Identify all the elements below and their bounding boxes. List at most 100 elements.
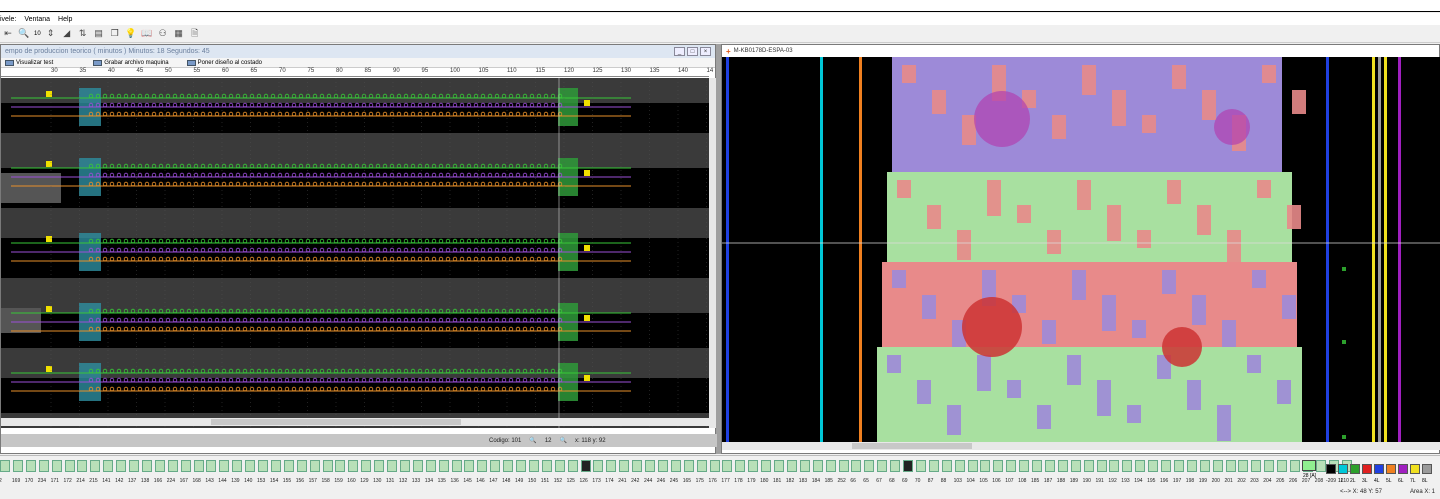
- menu-item-help[interactable]: Help: [58, 16, 72, 23]
- menu-item-niveles[interactable]: ivele:: [0, 16, 16, 23]
- zoom-in-icon[interactable]: 🔍: [560, 437, 567, 444]
- code-item[interactable]: 135: [438, 458, 449, 488]
- code-item[interactable]: 198: [1186, 458, 1197, 488]
- code-item[interactable]: 174: [605, 458, 617, 488]
- grid-icon[interactable]: ▦: [173, 28, 185, 40]
- code-item[interactable]: 151: [541, 458, 552, 488]
- code-item[interactable]: 138: [141, 458, 152, 488]
- code-item[interactable]: 241: [618, 458, 630, 488]
- code-item[interactable]: 172: [64, 458, 75, 488]
- code-item[interactable]: 154: [270, 458, 281, 488]
- code-item[interactable]: 106: [992, 458, 1004, 488]
- print-icon[interactable]: ▤: [93, 28, 105, 40]
- code-item[interactable]: 132: [399, 458, 410, 488]
- palette-color[interactable]: [1338, 464, 1348, 474]
- design-horizontal-scrollbar[interactable]: [722, 442, 1440, 450]
- code-item[interactable]: 159: [334, 458, 346, 488]
- palette-color[interactable]: [1422, 464, 1432, 474]
- code-item[interactable]: 148: [502, 458, 514, 488]
- code-item[interactable]: 205: [1276, 458, 1288, 488]
- code-item[interactable]: 181: [773, 458, 784, 488]
- code-item[interactable]: 168: [193, 458, 204, 488]
- code-item[interactable]: 155: [283, 458, 294, 488]
- code-item[interactable]: 107: [1005, 458, 1017, 488]
- lightbulb-icon[interactable]: 💡: [125, 28, 137, 40]
- scroll-thumb[interactable]: [211, 419, 461, 425]
- palette-color[interactable]: [1410, 464, 1420, 474]
- code-item[interactable]: 66: [850, 458, 862, 488]
- code-item[interactable]: 171: [51, 458, 62, 488]
- minimize-button[interactable]: _: [674, 47, 685, 56]
- code-item[interactable]: 88: [941, 458, 952, 488]
- code-item[interactable]: 104: [967, 458, 978, 488]
- code-item[interactable]: 242: [631, 458, 643, 488]
- code-item[interactable]: 196: [1160, 458, 1171, 488]
- visualizar-test-button[interactable]: Visualizar test: [5, 59, 53, 66]
- code-item[interactable]: 108: [1018, 458, 1030, 488]
- code-item[interactable]: 169: [12, 458, 23, 488]
- code-item[interactable]: 197: [1173, 458, 1184, 488]
- code-item[interactable]: 175: [696, 458, 707, 488]
- code-item[interactable]: 189: [1070, 458, 1081, 488]
- code-item[interactable]: 193: [1121, 458, 1133, 488]
- code-item[interactable]: 176: [709, 458, 720, 488]
- code-item[interactable]: 65: [863, 458, 875, 488]
- code-item[interactable]: 67: [876, 458, 888, 488]
- code-item[interactable]: 137: [128, 458, 139, 488]
- code-item[interactable]: 143: [205, 458, 217, 488]
- code-item[interactable]: 206: [1289, 458, 1300, 488]
- code-item[interactable]: 131: [386, 458, 397, 488]
- design-canvas[interactable]: [722, 57, 1440, 442]
- code-item[interactable]: 188: [1057, 458, 1068, 488]
- code-item[interactable]: 185: [1031, 458, 1042, 488]
- poner-diseno-button[interactable]: Poner diseño al costado: [186, 59, 262, 66]
- code-item[interactable]: 141: [102, 458, 114, 488]
- code-item[interactable]: 191: [1096, 458, 1107, 488]
- code-item[interactable]: 103: [954, 458, 965, 488]
- code-item[interactable]: 203: [1250, 458, 1262, 488]
- code-item[interactable]: 201: [1225, 458, 1236, 488]
- code-item[interactable]: 202: [1237, 458, 1249, 488]
- code-item[interactable]: 200: [1212, 458, 1223, 488]
- code-item[interactable]: 187: [1044, 458, 1055, 488]
- code-item[interactable]: 166: [154, 458, 165, 488]
- code-item[interactable]: 152: [554, 458, 565, 488]
- code-item[interactable]: 157: [309, 458, 320, 488]
- code-item[interactable]: 185: [825, 458, 836, 488]
- code-item[interactable]: 167: [180, 458, 191, 488]
- close-button[interactable]: ×: [700, 47, 711, 56]
- code-item[interactable]: 142: [115, 458, 127, 488]
- palette-color[interactable]: [1350, 464, 1360, 474]
- code-item[interactable]: 130: [373, 458, 385, 488]
- menu-item-ventana[interactable]: Ventana: [24, 16, 50, 23]
- code-item[interactable]: 156: [296, 458, 307, 488]
- document-icon[interactable]: 🗎: [189, 28, 201, 40]
- grabar-button[interactable]: Grabar archivo maquina: [93, 59, 169, 66]
- code-item[interactable]: 182: [786, 458, 797, 488]
- gradient-icon[interactable]: ◢: [61, 28, 73, 40]
- code-item[interactable]: 190: [1083, 458, 1094, 488]
- book-icon[interactable]: 📖: [141, 28, 153, 40]
- code-item[interactable]: 126: [580, 458, 591, 488]
- code-item[interactable]: 244: [644, 458, 655, 488]
- code-item[interactable]: 144: [218, 458, 230, 488]
- design-scroll-thumb[interactable]: [852, 443, 972, 449]
- code-item[interactable]: 105: [979, 458, 991, 488]
- code-item[interactable]: 183: [799, 458, 810, 488]
- vertical-scrollbar[interactable]: [709, 78, 716, 428]
- flip-icon[interactable]: ⇅: [77, 28, 89, 40]
- palette-color[interactable]: [1326, 464, 1336, 474]
- code-item[interactable]: 234: [38, 458, 49, 488]
- code-item[interactable]: 184: [812, 458, 823, 488]
- zoom-value[interactable]: 10: [34, 31, 41, 37]
- code-item[interactable]: 2: [0, 458, 10, 488]
- code-item[interactable]: 68: [889, 458, 901, 488]
- code-item[interactable]: 252: [838, 458, 849, 488]
- palette-color[interactable]: [1362, 464, 1372, 474]
- code-item[interactable]: 145: [463, 458, 475, 488]
- code-item[interactable]: 87: [928, 458, 939, 488]
- code-item[interactable]: 173: [592, 458, 604, 488]
- code-item[interactable]: 69: [902, 458, 913, 488]
- code-item[interactable]: 125: [567, 458, 578, 488]
- code-item[interactable]: 149: [515, 458, 526, 488]
